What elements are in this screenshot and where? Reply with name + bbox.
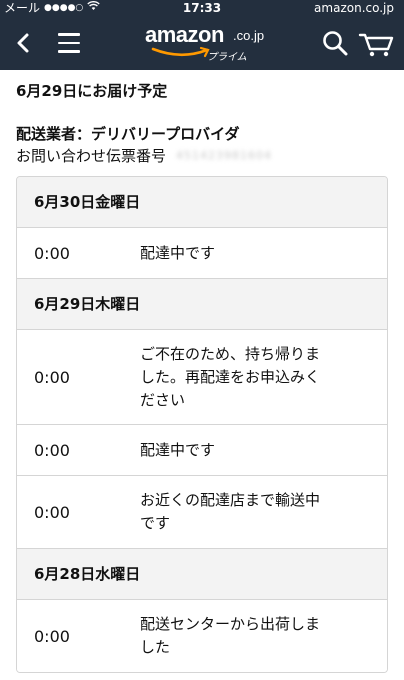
cart-icon xyxy=(358,33,394,57)
cart-button[interactable] xyxy=(358,30,394,58)
event-time: 0:00 xyxy=(34,440,70,460)
event-row: 0:00 配達中です xyxy=(17,425,387,476)
event-time: 0:00 xyxy=(34,502,70,522)
day-header: 6月30日金曜日 xyxy=(17,177,387,228)
event-status: 配送センターから出荷しました xyxy=(140,615,321,656)
event-time: 0:00 xyxy=(34,243,70,263)
main-content: 6月29日にお届け予定 配送業者：デリバリープロバイダ お問い合わせ伝票番号 4… xyxy=(0,82,404,673)
event-status: 配達中です xyxy=(140,440,216,459)
tracking-number: 451423981604 xyxy=(176,149,272,162)
status-bar: メール ●●●●○ 17:33 amazon.co.jp xyxy=(0,0,404,16)
search-button[interactable] xyxy=(322,30,348,56)
back-button[interactable] xyxy=(12,28,34,58)
search-icon xyxy=(323,31,348,56)
event-row: 0:00 ご不在のため、持ち帰りました。再配達をお申込みください xyxy=(17,330,387,425)
tracking-row: お問い合わせ伝票番号 451423981604 xyxy=(16,146,388,166)
hamburger-icon xyxy=(58,33,80,53)
day-header: 6月28日水曜日 xyxy=(17,549,387,600)
url-display: amazon.co.jp xyxy=(314,1,394,15)
chevron-left-icon xyxy=(17,33,29,53)
menu-button[interactable] xyxy=(58,33,80,53)
logo-word: amazon xyxy=(145,22,224,47)
tracking-label: お問い合わせ伝票番号 xyxy=(16,147,167,165)
event-time: 0:00 xyxy=(34,367,70,387)
event-row: 0:00 お近くの配達店まで輸送中です xyxy=(17,476,387,549)
carrier-label: 配送業者：デリバリープロバイダ xyxy=(16,125,240,143)
delivery-date-heading: 6月29日にお届け予定 xyxy=(16,82,168,100)
prime-label: プライム xyxy=(207,52,247,63)
tracking-timeline: 6月30日金曜日 0:00 配達中です 6月29日木曜日 0:00 ご不在のため… xyxy=(16,176,388,673)
app-header: amazon .co.jp プライム xyxy=(0,16,404,70)
day-header: 6月29日木曜日 xyxy=(17,279,387,330)
event-row: 0:00 配送センターから出荷しました xyxy=(17,600,387,672)
amazon-logo[interactable]: amazon .co.jp プライム xyxy=(145,22,275,64)
event-status: ご不在のため、持ち帰りました。再配達をお申込みください xyxy=(140,344,321,409)
smile-arrow-icon xyxy=(151,46,210,58)
event-status: お近くの配達店まで輸送中です xyxy=(140,491,321,532)
event-row: 0:00 配達中です xyxy=(17,228,387,279)
event-status: 配達中です xyxy=(140,243,216,262)
logo-domain: .co.jp xyxy=(233,28,265,43)
event-time: 0:00 xyxy=(34,626,70,646)
